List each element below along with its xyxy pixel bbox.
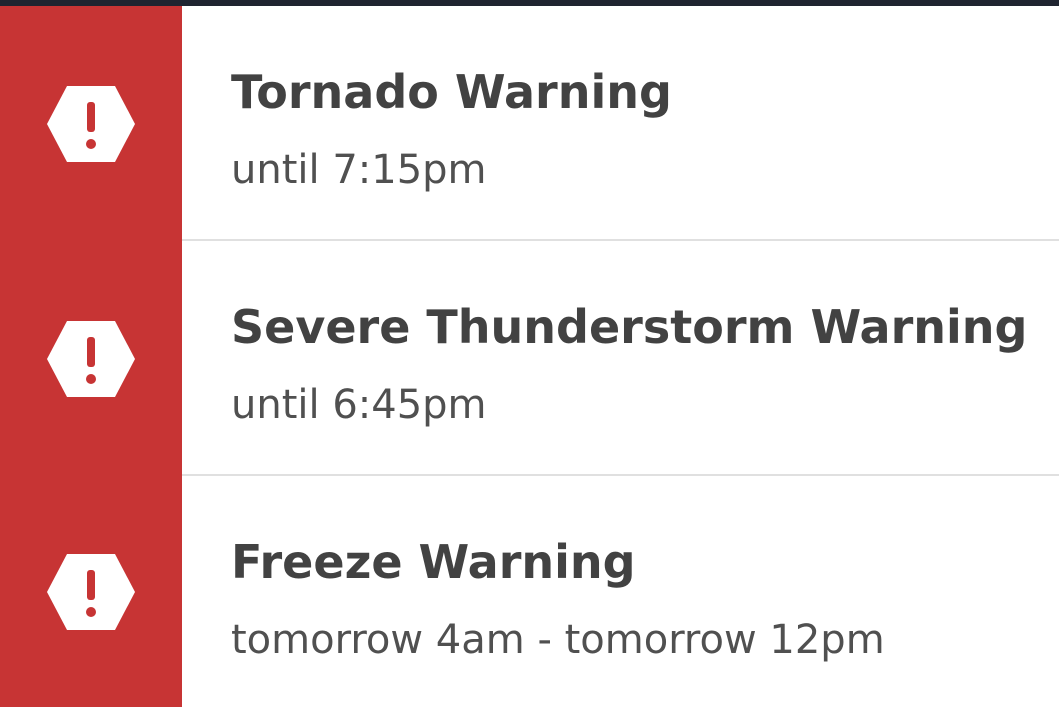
alert-badge xyxy=(0,6,182,241)
alert-badge xyxy=(0,241,182,476)
warning-hexagon-icon xyxy=(45,319,137,399)
alert-time: tomorrow 4am - tomorrow 12pm xyxy=(231,617,885,663)
alert-time: until 6:45pm xyxy=(231,382,487,428)
warning-hexagon-icon xyxy=(45,552,137,632)
warning-hexagon-icon xyxy=(45,84,137,164)
alert-item-severe-thunderstorm-warning[interactable]: Severe Thunderstorm Warning until 6:45pm xyxy=(0,241,1059,476)
alert-item-tornado-warning[interactable]: Tornado Warning until 7:15pm xyxy=(0,6,1059,241)
alert-list: Tornado Warning until 7:15pm Severe Thun… xyxy=(0,6,1059,707)
alert-item-freeze-warning[interactable]: Freeze Warning tomorrow 4am - tomorrow 1… xyxy=(0,476,1059,707)
alert-body: Tornado Warning until 7:15pm xyxy=(182,6,1059,241)
alert-title: Freeze Warning xyxy=(231,535,636,589)
alert-title: Tornado Warning xyxy=(231,65,672,119)
alert-body: Freeze Warning tomorrow 4am - tomorrow 1… xyxy=(182,476,1059,707)
alert-badge xyxy=(0,476,182,707)
alert-body: Severe Thunderstorm Warning until 6:45pm xyxy=(182,241,1059,476)
alert-time: until 7:15pm xyxy=(231,147,487,193)
alert-title: Severe Thunderstorm Warning xyxy=(231,300,1028,354)
